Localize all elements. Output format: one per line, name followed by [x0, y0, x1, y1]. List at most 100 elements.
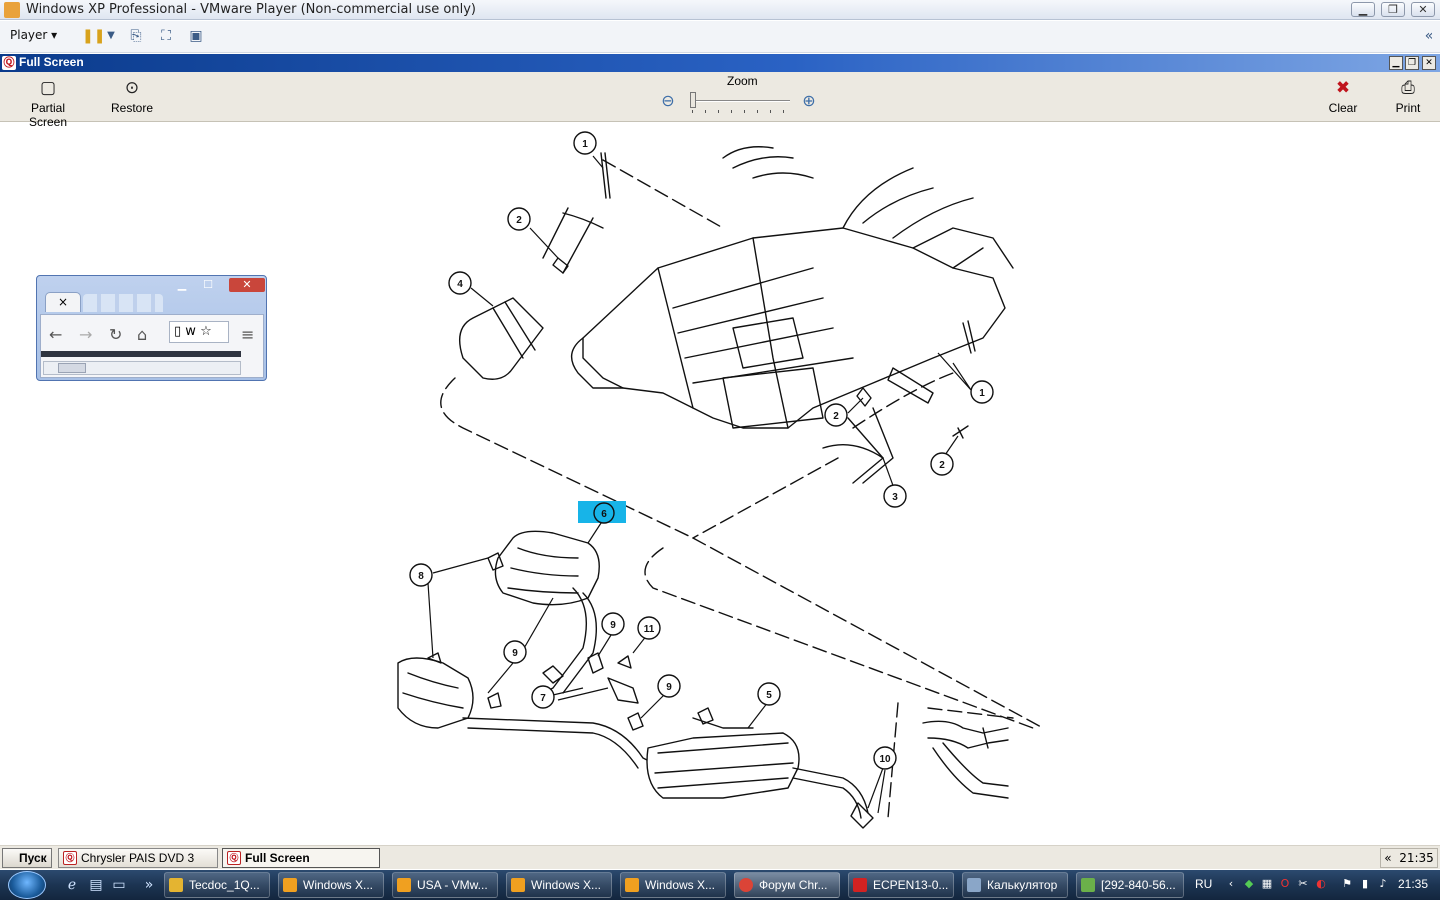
callout-3: 3 — [883, 484, 907, 508]
explorer-icon[interactable]: ▤ — [87, 876, 105, 894]
callout-label: 9 — [512, 648, 518, 659]
mini-close-button[interactable]: ✕ — [229, 278, 265, 292]
page-content-strip — [41, 351, 241, 357]
callout-label: 11 — [644, 624, 655, 635]
clear-label: Clear — [1328, 101, 1358, 115]
horizontal-scrollbar[interactable] — [43, 361, 241, 375]
app-header: Ⓠ Full Screen ▁ ❐ ✕ — [0, 54, 1440, 72]
app-restore-button[interactable]: ❐ — [1405, 56, 1419, 70]
restore-view-button[interactable]: ⊙ Restore — [108, 78, 156, 115]
mini-minimize-button[interactable]: ▁ — [171, 278, 193, 292]
volume-icon[interactable]: ♪ — [1376, 877, 1390, 891]
opera-icon[interactable]: O — [1278, 877, 1292, 891]
browser-tab[interactable]: × — [45, 292, 81, 312]
star-icon[interactable]: ☆ — [200, 324, 212, 339]
print-button[interactable]: ⎙ Print — [1390, 78, 1426, 115]
zoom-tick — [692, 110, 693, 113]
start-label: Пуск — [19, 851, 47, 865]
clear-icon: ✖ — [1335, 78, 1351, 97]
exhaust-diagram[interactable]: 1 2 4 1 2 2 3 6 8 9 11 9 7 9 5 10 — [393, 128, 1045, 836]
callout-label: 2 — [939, 460, 945, 471]
app-logo-icon: Ⓠ — [2, 56, 16, 70]
app-close-button[interactable]: ✕ — [1422, 56, 1436, 70]
network-icon[interactable]: ◆ — [1242, 877, 1256, 891]
player-menu[interactable]: Player ▾ — [10, 28, 57, 42]
send-ctrl-alt-del-icon[interactable]: ⎘ — [127, 28, 145, 44]
app-minimize-button[interactable]: ▁ — [1389, 56, 1403, 70]
zoom-out-icon[interactable]: ⊖ — [658, 91, 678, 111]
app-toolbar: ▢ Partial Screen ⊙ Restore Zoom ⊖ ⊕ ✖ Cl… — [0, 72, 1440, 129]
pdf-icon — [853, 878, 867, 892]
inner-clock: « 21:35 — [1380, 848, 1438, 868]
host-taskbar: ℯ ▤ ▭ » Tecdoc_1Q... Windows X... USA - … — [0, 870, 1440, 900]
collapse-icon[interactable]: « — [1420, 28, 1438, 44]
callout-label: 3 — [892, 492, 898, 503]
host-task[interactable]: Windows X... — [278, 872, 384, 898]
host-task-label: Калькулятор — [987, 878, 1058, 892]
zoom-slider-thumb[interactable] — [690, 92, 696, 108]
host-task[interactable]: USA - VMw... — [392, 872, 498, 898]
task-label: Chrysler PAIS DVD 3 — [81, 851, 195, 865]
tray-expand-icon[interactable]: ‹ — [1224, 877, 1238, 891]
host-task-label: Tecdoc_1Q... — [189, 878, 260, 892]
desktop-icon[interactable]: ▭ — [110, 876, 128, 894]
power-icon[interactable]: ▮ — [1358, 877, 1372, 891]
host-task-active[interactable]: Форум Chr... — [734, 872, 840, 898]
minimize-button[interactable]: ▁ — [1351, 2, 1375, 17]
address-bar[interactable]: ▯ w ☆ — [169, 321, 229, 343]
language-indicator[interactable]: RU — [1195, 877, 1212, 891]
host-task[interactable]: Tecdoc_1Q... — [164, 872, 270, 898]
mini-browser-window[interactable]: ▁ ☐ ✕ × ← → ↻ ⌂ ▯ w ☆ ≡ — [36, 275, 267, 381]
callout-2-top: 2 — [507, 207, 531, 231]
vmware-icon — [397, 878, 411, 892]
scrollbar-thumb[interactable] — [58, 363, 86, 373]
restore-button[interactable]: ❐ — [1381, 2, 1405, 17]
callout-8: 8 — [409, 563, 433, 587]
task-chrysler-pais[interactable]: Ⓠ Chrysler PAIS DVD 3 — [58, 848, 218, 868]
pause-icon[interactable]: ❚❚ — [82, 28, 105, 44]
menu-icon[interactable]: ≡ — [241, 325, 254, 344]
host-task[interactable]: Windows X... — [506, 872, 612, 898]
inner-taskbar: Пуск Ⓠ Chrysler PAIS DVD 3 Ⓠ Full Screen «… — [0, 845, 1440, 869]
tray-tool-icon[interactable]: ✂ — [1296, 877, 1310, 891]
host-task[interactable]: [292-840-56... — [1076, 872, 1184, 898]
quicklaunch-more-icon[interactable]: » — [140, 876, 158, 894]
inactive-tabs[interactable] — [83, 294, 163, 312]
windows-start-orb[interactable] — [8, 871, 46, 899]
antivirus-icon[interactable]: ◐ — [1314, 877, 1328, 891]
host-task[interactable]: ECPEN13-0... — [848, 872, 954, 898]
start-button[interactable]: Пуск — [2, 848, 52, 868]
host-task[interactable]: Windows X... — [620, 872, 726, 898]
vmware-title-bar: Windows XP Professional - VMware Player … — [0, 0, 1440, 20]
callout-10: 10 — [873, 746, 897, 770]
home-icon[interactable]: ⌂ — [137, 325, 147, 344]
unity-icon[interactable]: ▣ — [187, 28, 205, 44]
forward-icon[interactable]: → — [79, 325, 92, 344]
flag-icon[interactable]: ⚑ — [1340, 877, 1354, 891]
restore-icon: ⊙ — [124, 78, 140, 97]
app-title: Full Screen — [19, 55, 84, 69]
task-full-screen[interactable]: Ⓠ Full Screen — [222, 848, 380, 868]
reload-icon[interactable]: ↻ — [109, 325, 122, 344]
close-button[interactable]: ✕ — [1411, 2, 1435, 17]
restore-label: Restore — [110, 101, 154, 115]
fullscreen-icon[interactable]: ⛶ — [157, 28, 175, 44]
ie-icon[interactable]: ℯ — [63, 876, 81, 894]
collapse-icon[interactable]: « — [1384, 851, 1391, 865]
mini-maximize-button[interactable]: ☐ — [197, 278, 219, 292]
tray-app-icon[interactable]: ▦ — [1260, 877, 1274, 891]
chevron-down-icon[interactable]: ▼ — [102, 28, 120, 44]
tab-close-icon[interactable]: × — [58, 295, 68, 309]
clear-button[interactable]: ✖ Clear — [1324, 78, 1362, 115]
host-task[interactable]: Калькулятор — [962, 872, 1068, 898]
back-icon[interactable]: ← — [49, 325, 62, 344]
printer-icon: ⎙ — [1401, 78, 1415, 97]
zoom-slider-track[interactable] — [690, 100, 790, 102]
callout-9-left: 9 — [503, 640, 527, 664]
partial-screen-button[interactable]: ▢ Partial Screen — [12, 78, 84, 129]
host-clock[interactable]: 21:35 — [1398, 877, 1428, 891]
vmware-icon — [283, 878, 297, 892]
zoom-in-icon[interactable]: ⊕ — [799, 91, 819, 111]
zoom-tick — [783, 110, 784, 113]
callout-label: 1 — [582, 139, 588, 150]
